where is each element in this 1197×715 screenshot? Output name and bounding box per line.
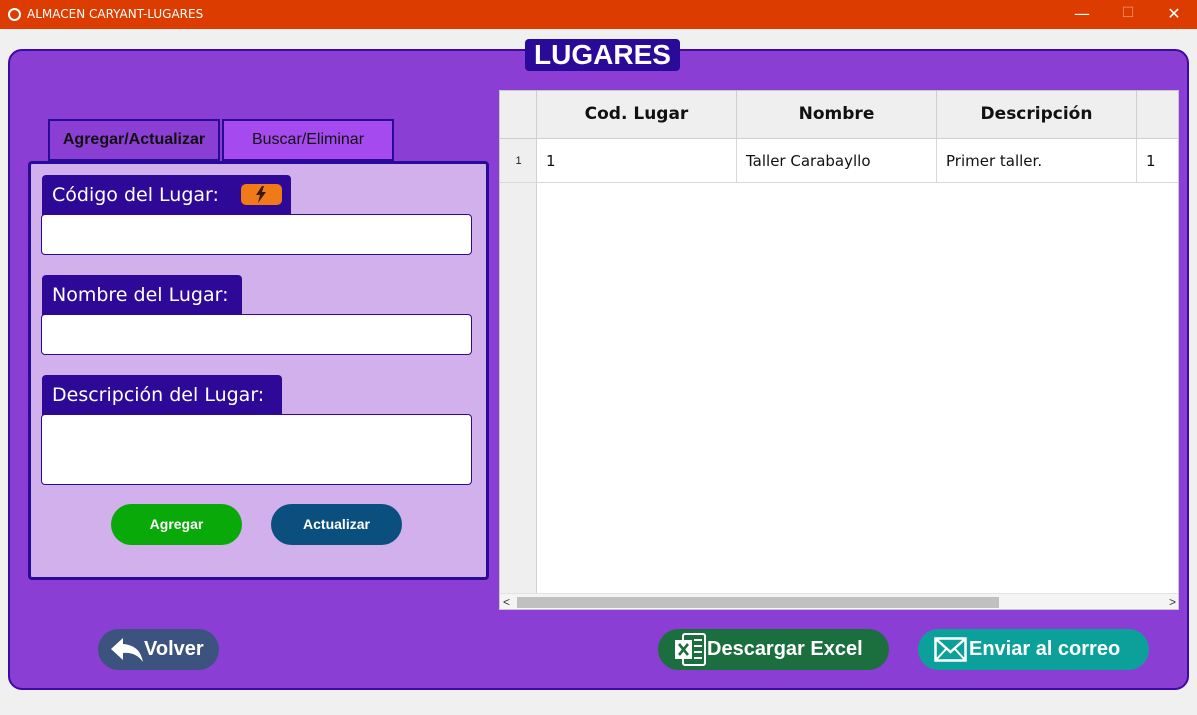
row-number[interactable]: 1 xyxy=(500,139,537,183)
window-titlebar: ALMACEN CARYANT-LUGARES — ☐ ✕ xyxy=(0,0,1197,29)
descargar-excel-label: Descargar Excel xyxy=(707,638,863,660)
actualizar-button[interactable]: Actualizar xyxy=(271,504,402,545)
excel-icon xyxy=(675,633,706,666)
table-cell-extra[interactable]: 1 xyxy=(1137,139,1178,183)
nombre-field[interactable] xyxy=(41,314,472,355)
maximize-button[interactable]: ☐ xyxy=(1105,0,1151,29)
mail-icon xyxy=(934,637,967,662)
descripcion-field[interactable] xyxy=(41,414,472,485)
page-title: LUGARES xyxy=(525,39,680,71)
column-header-extra[interactable] xyxy=(1137,91,1178,139)
minimize-button[interactable]: — xyxy=(1059,0,1105,29)
tab-agregar-actualizar[interactable]: Agregar/Actualizar xyxy=(48,119,220,161)
scroll-left-arrow[interactable]: < xyxy=(503,594,510,609)
generate-code-button[interactable] xyxy=(241,184,282,205)
scroll-thumb[interactable] xyxy=(517,597,999,608)
window-title: ALMACEN CARYANT-LUGARES xyxy=(27,7,204,21)
volver-button[interactable]: Volver xyxy=(98,629,219,670)
agregar-button[interactable]: Agregar xyxy=(111,504,242,545)
close-button[interactable]: ✕ xyxy=(1151,0,1197,29)
horizontal-scrollbar[interactable]: < > xyxy=(500,593,1178,609)
column-header-cod-lugar[interactable]: Cod. Lugar xyxy=(537,91,737,139)
descripcion-label: Descripción del Lugar: xyxy=(42,375,282,415)
lugares-table[interactable]: Cod. Lugar Nombre Descripción 1 1 Taller… xyxy=(499,90,1179,610)
enviar-correo-button[interactable]: Enviar al correo xyxy=(918,629,1149,670)
tab-buscar-eliminar[interactable]: Buscar/Eliminar xyxy=(222,119,394,161)
lightning-icon xyxy=(256,186,266,203)
app-icon xyxy=(8,8,21,21)
enviar-correo-label: Enviar al correo xyxy=(969,638,1121,660)
scroll-right-arrow[interactable]: > xyxy=(1169,594,1176,609)
descargar-excel-button[interactable]: Descargar Excel xyxy=(658,629,889,670)
back-arrow-icon xyxy=(111,638,143,662)
column-header-nombre[interactable]: Nombre xyxy=(737,91,937,139)
codigo-field[interactable] xyxy=(41,214,472,255)
table-cell-nombre[interactable]: Taller Carabayllo xyxy=(737,139,937,183)
nombre-label: Nombre del Lugar: xyxy=(42,275,242,315)
table-cell-descripcion[interactable]: Primer taller. xyxy=(937,139,1137,183)
volver-label: Volver xyxy=(144,638,204,660)
table-cell-cod-lugar[interactable]: 1 xyxy=(537,139,737,183)
table-corner xyxy=(500,91,537,139)
column-header-descripcion[interactable]: Descripción xyxy=(937,91,1137,139)
